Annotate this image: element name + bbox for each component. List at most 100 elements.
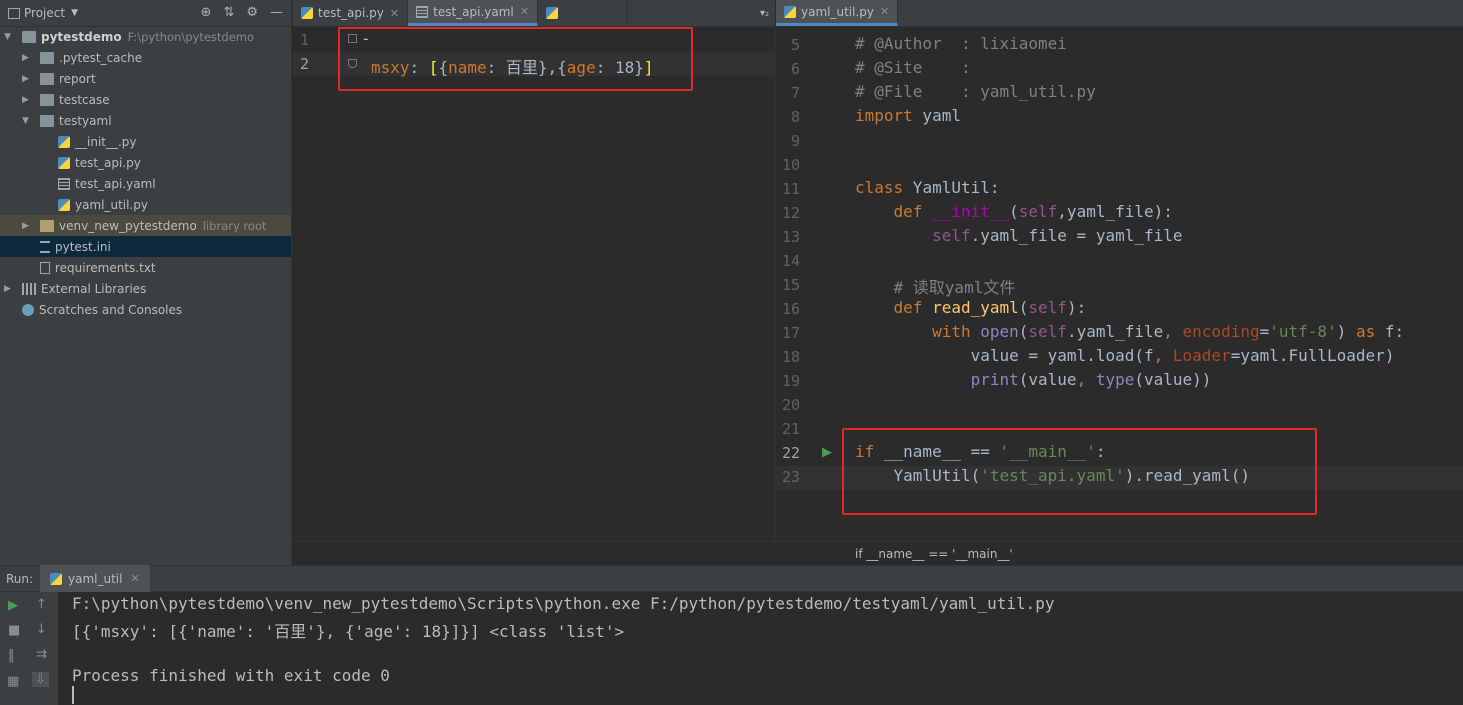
run-gutter-icon[interactable]: ▶ <box>822 445 832 460</box>
run-panel-label: Run: <box>6 571 34 586</box>
python-editor[interactable]: ▶ ✔ 5 6 7 8 9 10 11 12 13 14 15 16 17 18… <box>776 0 1463 541</box>
keyword: def <box>855 298 933 317</box>
code-text: .yaml_file = yaml_file <box>970 226 1183 245</box>
tree-item-path: F:\python\pytestdemo <box>127 29 255 44</box>
code-line-5: # @Author : lixiaomei <box>855 34 1067 53</box>
code-text: ,yaml_file): <box>1057 202 1173 221</box>
line-number: 21 <box>781 420 800 438</box>
run-toolbar: ▶ ↑ ■ ↓ ‖ ⇉ ▦ ⇩ <box>0 592 58 705</box>
keyword: import <box>855 106 913 125</box>
chevron-right-icon[interactable]: ▶ <box>4 284 14 294</box>
close-icon[interactable]: ✕ <box>880 5 889 18</box>
code-line-17: with open(self.yaml_file, encoding='utf-… <box>855 322 1404 341</box>
gear-icon[interactable]: ⚙ <box>246 5 258 20</box>
run-console[interactable]: F:\python\pytestdemo\venv_new_pytestdemo… <box>58 592 1463 705</box>
tree-item-scratches[interactable]: Scratches and Consoles <box>0 299 291 320</box>
tree-item-testyaml[interactable]: ▼ testyaml <box>0 110 291 131</box>
tree-item-pytestdemo[interactable]: ▼ pytestdemo F:\python\pytestdemo <box>0 26 291 47</box>
tree-item-venv[interactable]: ▶ venv_new_pytestdemo library root <box>0 215 291 236</box>
tree-item-pytest-cache[interactable]: ▶ .pytest_cache <box>0 47 291 68</box>
code-text: ) <box>1336 322 1356 341</box>
line-number: 22 <box>781 444 800 462</box>
chevron-right-icon[interactable]: ▶ <box>22 95 32 105</box>
chevron-down-icon[interactable]: ▼ <box>4 32 14 42</box>
tree-item-label: Scratches and Consoles <box>39 302 183 317</box>
tree-item-label: yaml_util.py <box>75 197 148 212</box>
tab-test-api-yaml[interactable]: test_api.yaml ✕ <box>408 0 538 26</box>
chevron-down-icon[interactable]: ▼ <box>22 116 32 126</box>
tree-item-label: pytestdemo <box>41 29 122 44</box>
close-icon[interactable]: ✕ <box>520 5 529 18</box>
tree-item-report[interactable]: ▶ report <box>0 68 291 89</box>
tab-hidden[interactable] <box>538 0 628 26</box>
tree-item-yaml-util-py[interactable]: yaml_util.py <box>0 194 291 215</box>
tab-yaml-util-py[interactable]: yaml_util.py ✕ <box>776 0 899 26</box>
tree-item-label: .pytest_cache <box>59 50 143 65</box>
tabs-overflow-button[interactable]: ▾₂ <box>760 0 775 26</box>
tree-item-pytest-ini[interactable]: pytest.ini <box>0 236 291 257</box>
code-text: , <box>1076 370 1096 389</box>
tree-item-requirements-txt[interactable]: requirements.txt <box>0 257 291 278</box>
tree-item-test-api-yaml[interactable]: test_api.yaml <box>0 173 291 194</box>
tab-label: test_api.py <box>318 6 384 20</box>
line-number: 2 <box>299 55 309 73</box>
code-text: .yaml_file <box>1066 322 1164 341</box>
tree-item-label: test_api.yaml <box>75 176 156 191</box>
code-text: (value <box>1018 370 1077 389</box>
line-number: 14 <box>781 252 800 270</box>
code-text: = <box>1259 322 1270 341</box>
stop-icon[interactable]: ■ <box>8 623 20 638</box>
down-arrow-icon[interactable]: ↓ <box>36 622 47 637</box>
code-text: ): <box>1066 298 1087 317</box>
up-arrow-icon[interactable]: ↑ <box>36 597 47 612</box>
collapse-all-icon[interactable]: ⇅ <box>223 5 234 20</box>
pause-icon[interactable]: ‖ <box>8 648 15 663</box>
run-tab-yaml-util[interactable]: yaml_util ✕ <box>40 565 150 592</box>
line-number: 20 <box>781 396 800 414</box>
function-name: __init__ <box>932 202 1010 221</box>
code-text: (value)) <box>1134 370 1212 389</box>
chevron-down-icon[interactable]: ▼ <box>71 8 78 18</box>
scratches-icon <box>22 303 34 316</box>
self-keyword: self <box>855 226 971 245</box>
close-icon[interactable]: ✕ <box>130 572 139 585</box>
code-text: f: <box>1375 322 1405 341</box>
tree-item-label: testyaml <box>59 113 112 128</box>
rerun-icon[interactable]: ▶ <box>8 598 18 613</box>
run-tab-label: yaml_util <box>68 571 123 586</box>
close-icon[interactable]: ✕ <box>390 7 399 20</box>
tree-item-external-libraries[interactable]: ▶ External Libraries <box>0 278 291 299</box>
parameter: encoding <box>1182 322 1260 341</box>
tab-test-api-py[interactable]: test_api.py ✕ <box>293 0 409 26</box>
yaml-editor[interactable]: 1 2 - msxy: [{name: 百里},{age: 18}] <box>293 27 775 541</box>
code-text: ( <box>1018 322 1029 341</box>
project-view-dropdown[interactable]: Project <box>24 6 65 20</box>
text-cursor <box>72 686 74 704</box>
locate-icon[interactable]: ⊕ <box>201 5 212 20</box>
chevron-right-icon[interactable]: ▶ <box>22 74 32 84</box>
line-number: 17 <box>781 324 800 342</box>
folder-icon <box>22 30 36 43</box>
chevron-right-icon[interactable]: ▶ <box>22 53 32 63</box>
highlight-box <box>338 27 693 91</box>
tree-item-init-py[interactable]: __init__.py <box>0 131 291 152</box>
tree-item-test-api-py[interactable]: test_api.py <box>0 152 291 173</box>
tree-item-testcase[interactable]: ▶ testcase <box>0 89 291 110</box>
chevron-right-icon[interactable]: ▶ <box>22 221 32 231</box>
yaml-gutter <box>293 27 353 541</box>
folder-icon <box>40 219 54 232</box>
soft-wrap-icon[interactable]: ⇉ <box>36 647 47 662</box>
python-file-icon <box>58 198 70 211</box>
layout-icon[interactable]: ▦ <box>7 674 19 689</box>
breadcrumb[interactable]: if __name__ == '__main__' <box>845 541 1463 565</box>
minimize-icon[interactable]: — <box>270 5 283 20</box>
left-editor-tabbar: test_api.py ✕ test_api.yaml ✕ ▾₂ <box>293 0 775 27</box>
python-file-icon <box>301 7 313 19</box>
scroll-to-end-icon[interactable]: ⇩ <box>32 672 49 687</box>
code-line-13: self.yaml_file = yaml_file <box>855 226 1183 245</box>
yaml-file-icon <box>416 5 429 18</box>
line-number: 16 <box>781 300 800 318</box>
tree-item-label: requirements.txt <box>55 260 156 275</box>
code-text: , <box>1153 346 1173 365</box>
line-number: 15 <box>781 276 800 294</box>
